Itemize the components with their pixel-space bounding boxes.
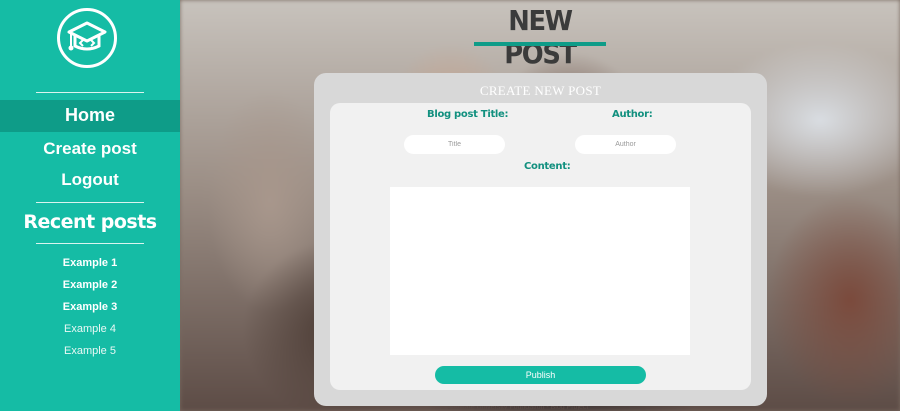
recent-post-link[interactable]: Example 5 — [0, 345, 180, 357]
page-title: NEW POST — [504, 4, 577, 70]
recent-post-link[interactable]: Example 4 — [0, 323, 180, 335]
create-post-panel: CREATE NEW POST Blog post Title: Author:… — [314, 73, 767, 406]
create-post-form: Blog post Title: Author: Content: Publis… — [330, 103, 751, 390]
recent-post-link[interactable]: Example 2 — [0, 279, 180, 291]
title-input[interactable] — [404, 135, 505, 154]
recent-post-link[interactable]: Example 3 — [0, 301, 180, 313]
sidebar-divider — [36, 92, 144, 93]
recent-post-link[interactable]: Example 1 — [0, 257, 180, 269]
author-input[interactable] — [575, 135, 676, 154]
sidebar-item-logout[interactable]: Logout — [0, 168, 180, 192]
title-label: Blog post Title: — [427, 109, 509, 120]
sidebar-item-home[interactable]: Home — [0, 100, 180, 132]
content-textarea[interactable] — [390, 187, 690, 355]
panel-title: CREATE NEW POST — [479, 83, 602, 98]
recent-posts-heading: Recent posts — [23, 211, 157, 233]
author-label: Author: — [612, 109, 653, 120]
page-title-underline — [474, 42, 606, 46]
sidebar: Home Create post Logout Recent posts Exa… — [0, 0, 180, 411]
sidebar-divider — [36, 202, 144, 203]
content-label: Content: — [524, 161, 571, 172]
sidebar-item-create-post[interactable]: Create post — [0, 136, 180, 162]
publish-button[interactable]: Publish — [435, 366, 646, 384]
graduation-cap-code-icon[interactable] — [57, 8, 117, 68]
sidebar-divider — [36, 243, 144, 244]
